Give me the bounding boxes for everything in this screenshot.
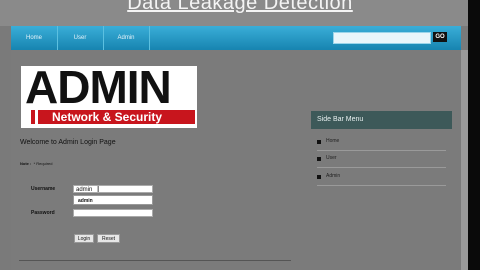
sidebar-item-user[interactable]: User (317, 151, 446, 168)
nav-item-admin[interactable]: Admin (103, 26, 150, 50)
divider (19, 260, 291, 261)
logo-tagline: Network & Security (52, 110, 163, 124)
nav-item-home[interactable]: Home (11, 26, 58, 50)
username-field[interactable]: admin (73, 185, 153, 193)
page-title: Welcome to Admin Login Page (20, 139, 116, 146)
bullet-icon (317, 140, 321, 144)
page-border (461, 50, 468, 270)
go-button[interactable]: GO (433, 32, 447, 42)
bullet-icon (317, 175, 321, 179)
note-text: * Required (33, 161, 53, 166)
sidebar-item-admin[interactable]: Admin (317, 169, 446, 186)
reset-button[interactable]: Reset (97, 234, 120, 243)
sidebar-item-label: User (326, 155, 337, 161)
top-nav: Home User Admin GO (11, 26, 461, 51)
bullet-icon (317, 157, 321, 161)
sidebar-item-home[interactable]: Home (317, 134, 446, 151)
admin-logo: ADMIN Network & Security (21, 61, 197, 128)
sidebar-item-label: Admin (326, 173, 341, 179)
autocomplete-suggestion[interactable]: admin (73, 195, 153, 205)
login-button[interactable]: Login (74, 234, 94, 243)
required-note: Note : * Required (20, 161, 52, 166)
password-label: Password (31, 210, 55, 216)
username-label: Username (31, 186, 56, 192)
logo-notch (35, 110, 38, 124)
sidebar-item-label: Home (326, 138, 340, 144)
search-input[interactable] (333, 32, 431, 44)
video-title: Data Leakage Detection (127, 0, 353, 14)
sidebar-title: Side Bar Menu (311, 111, 452, 129)
video-edge (468, 0, 480, 270)
note-label: Note : (20, 161, 32, 166)
main-content: ADMIN Network & Security Welcome to Admi… (11, 50, 461, 270)
nav-item-user[interactable]: User (57, 26, 104, 50)
video-frame: Data Leakage Detection Home User Admin G… (0, 0, 480, 270)
text-cursor-icon: I (97, 185, 100, 194)
logo-word: ADMIN (25, 61, 172, 113)
password-field[interactable] (73, 209, 153, 217)
